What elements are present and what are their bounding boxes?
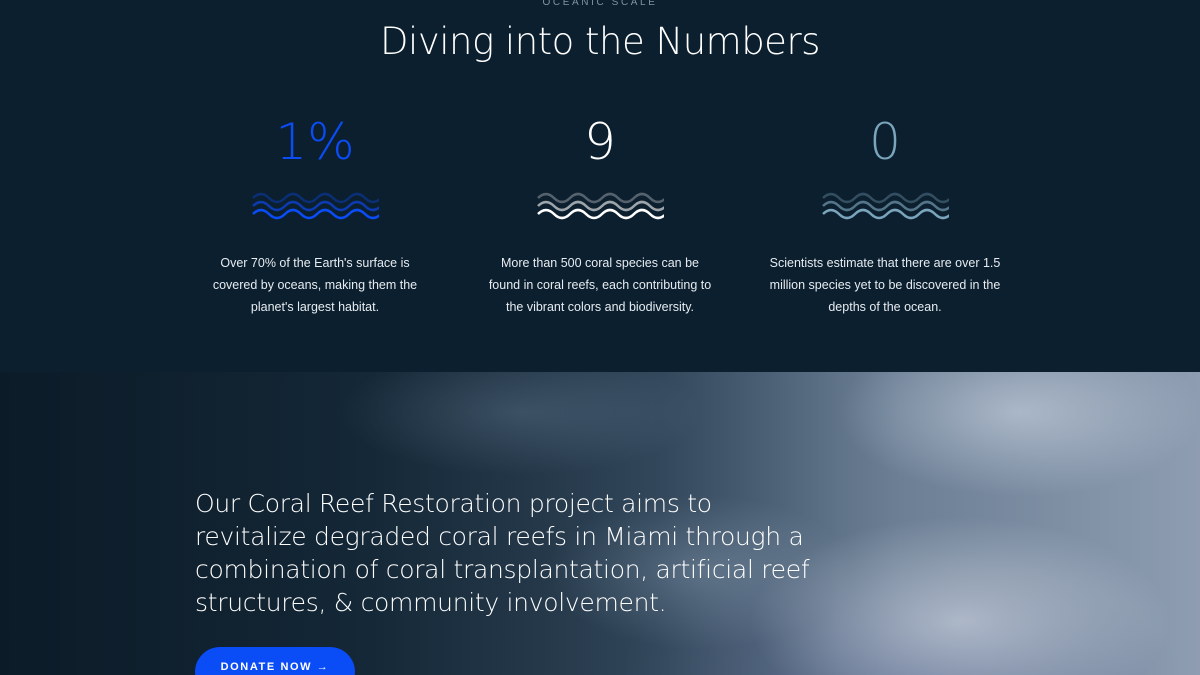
- stat-line: covered by oceans, making them the: [212, 278, 418, 292]
- stats-section: OCEANIC SCALE Diving into the Numbers 1%…: [0, 0, 1200, 372]
- stat-line: More than 500 coral species can be: [500, 256, 700, 270]
- stat-description: More than 500 coral species can be found…: [475, 252, 725, 318]
- hero-text: Our Coral Reef Restoration project aims …: [195, 489, 810, 617]
- stat-description: Scientists estimate that there are over …: [760, 252, 1010, 318]
- stat-line: depths of the ocean.: [828, 300, 942, 314]
- section-eyebrow: OCEANIC SCALE: [542, 0, 658, 8]
- stat-undiscovered-species: 0 Scientists estimate that there are ove…: [760, 112, 1010, 318]
- stat-ocean-coverage: 1% Over 70% of the Earth's surface is co…: [190, 112, 440, 318]
- wave-icon: [822, 192, 949, 220]
- stat-line: the vibrant colors and biodiversity.: [505, 300, 695, 314]
- stat-line: million species yet to be discovered in …: [769, 278, 1001, 292]
- stat-value: 1%: [275, 113, 355, 171]
- stat-description: Over 70% of the Earth's surface is cover…: [190, 252, 440, 318]
- wave-icon: [252, 192, 379, 220]
- wave-icon: [537, 192, 664, 220]
- donate-now-button[interactable]: DONATE NOW →: [195, 647, 355, 675]
- stat-value: 0: [869, 113, 901, 171]
- stat-line: found in coral reefs, each contributing …: [488, 278, 712, 292]
- stat-value: 9: [584, 113, 616, 171]
- hero-section: Our Coral Reef Restoration project aims …: [0, 372, 1200, 675]
- section-title: Diving into the Numbers: [380, 20, 820, 63]
- stat-line: Scientists estimate that there are over …: [769, 256, 1001, 270]
- stat-coral-species: 9 More than 500 coral species can be fou…: [475, 112, 725, 318]
- stat-line: planet's largest habitat.: [250, 300, 380, 314]
- stat-line: Over 70% of the Earth's surface is: [220, 256, 410, 270]
